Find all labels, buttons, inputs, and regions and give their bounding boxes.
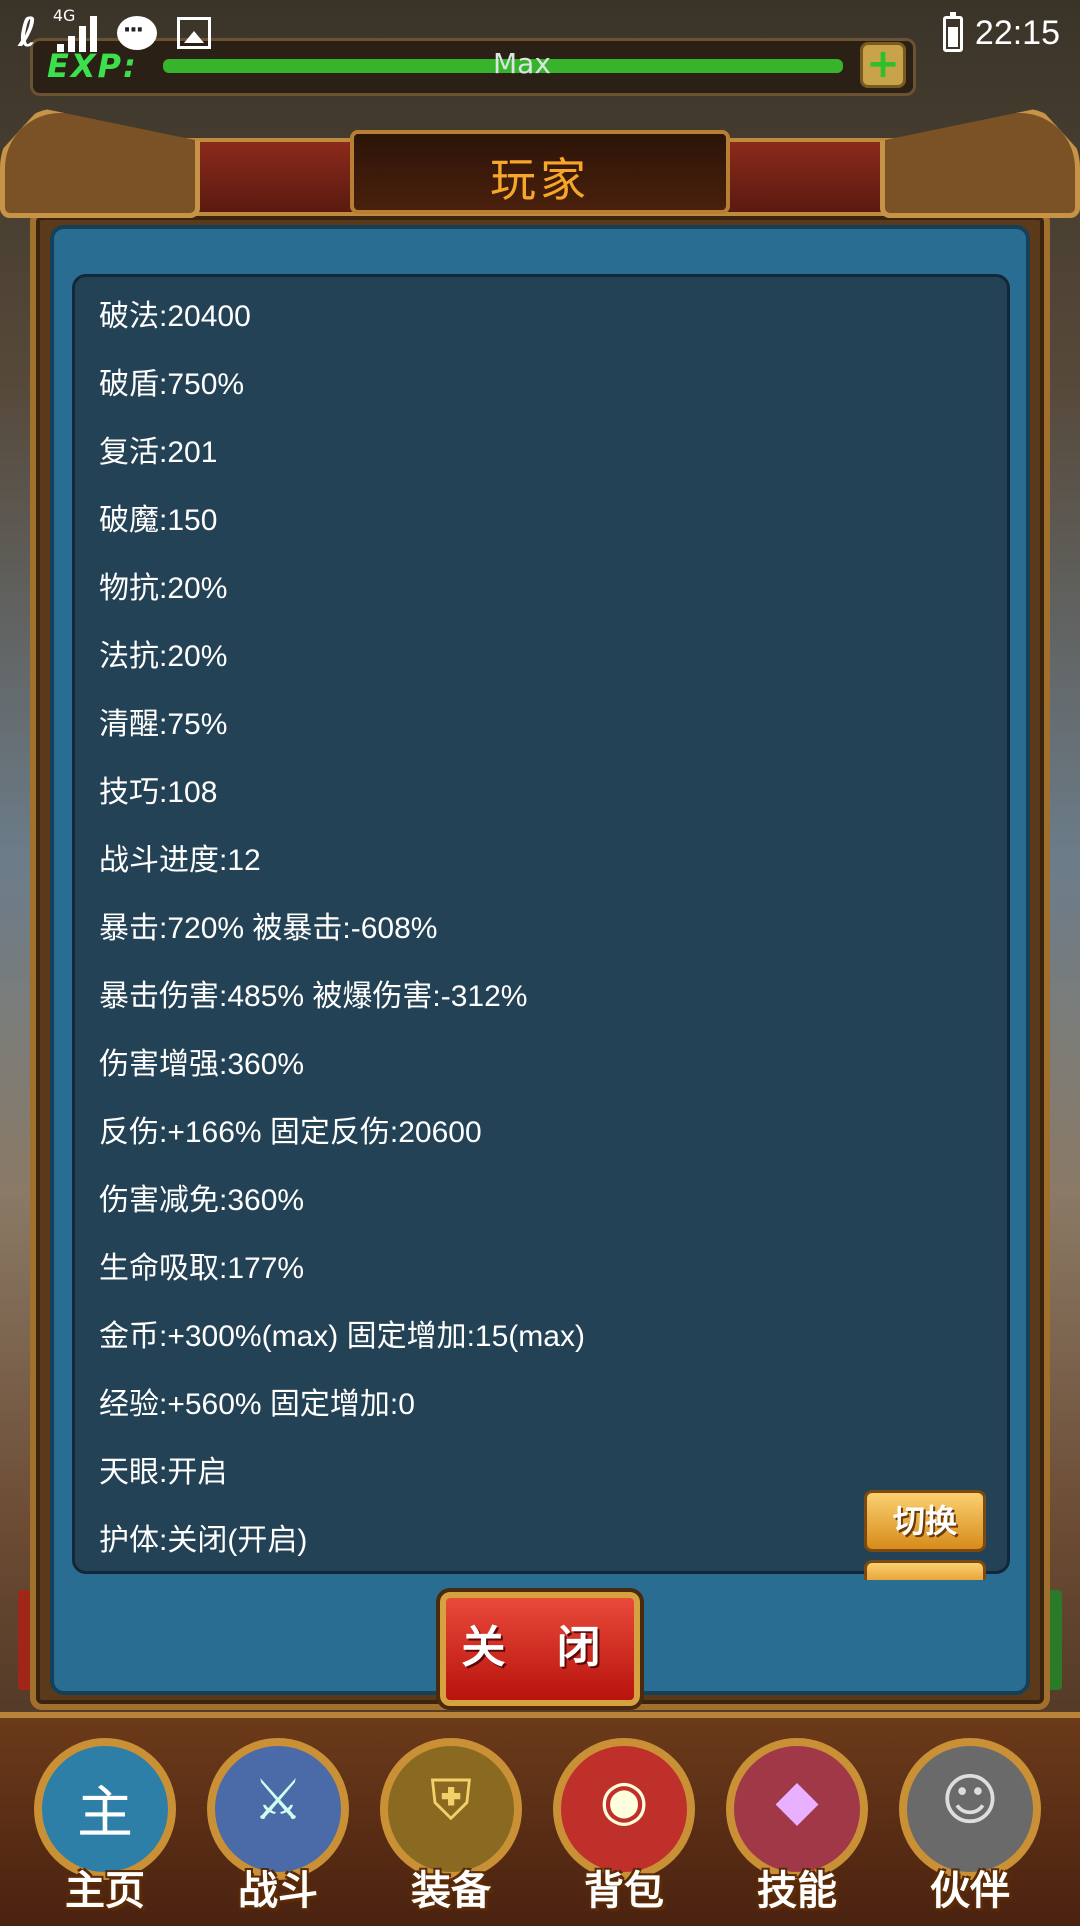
nav-label: 技能 <box>757 1868 837 1914</box>
stat-line: 技巧:108 <box>99 776 218 809</box>
nav-item-companion[interactable]: ☺ 伙伴 <box>885 1728 1055 1918</box>
signal-icon: 4G <box>53 6 97 52</box>
carrier-icon: ℓ <box>18 10 37 56</box>
bottom-nav: 主 主页 ⚔ 战斗 ⛨ 装备 ◉ 背包 ◆ 技能 ☺ 伙伴 <box>0 1712 1080 1926</box>
stat-line: 伤害增强:360% <box>99 1048 305 1081</box>
stat-line: 生命吸取:177% <box>99 1252 305 1285</box>
nav-label: 战斗 <box>238 1868 318 1914</box>
image-notification-icon <box>176 17 211 49</box>
stat-line: 破盾:750% <box>99 368 245 401</box>
status-bar: ℓ 4G 22:15 <box>0 0 1080 72</box>
nav-label: 主页 <box>65 1868 145 1914</box>
second-action-button[interactable] <box>864 1560 986 1580</box>
dialog-title: 玩家 <box>490 153 590 207</box>
battle-glyph: ⚔ <box>252 1768 304 1833</box>
nav-label: 背包 <box>584 1868 664 1914</box>
nav-label: 伙伴 <box>930 1868 1010 1914</box>
equipment-glyph: ⛨ <box>430 1768 472 1833</box>
home-glyph: 主 <box>77 1781 133 1846</box>
stats-panel[interactable]: 破法:20400 破盾:750% 复活:201 破魔:150 物抗:20% 法抗… <box>72 274 1010 1574</box>
stat-line: 物抗:20% <box>99 572 228 605</box>
stat-line: 天眼:开启 <box>99 1456 228 1489</box>
nav-item-battle[interactable]: ⚔ 战斗 <box>193 1728 363 1918</box>
stat-line: 经验:+560% 固定增加:0 <box>99 1388 415 1421</box>
battery-icon <box>942 11 963 52</box>
switch-button[interactable]: 切换 <box>864 1490 986 1552</box>
stat-line: 法抗:20% <box>99 640 228 673</box>
stat-line: 战斗进度:12 <box>99 844 261 877</box>
stat-line: 护体:关闭(开启) <box>99 1524 308 1557</box>
stat-line: 暴击伤害:485% 被爆伤害:-312% <box>99 980 528 1013</box>
stat-line: 暴击:720% 被暴击:-608% <box>99 912 438 945</box>
stat-line: 破魔:150 <box>99 504 218 537</box>
nav-item-bag[interactable]: ◉ 背包 <box>539 1728 709 1918</box>
stat-line: 反伤:+166% 固定反伤:20600 <box>99 1116 482 1149</box>
stat-line: 伤害减免:360% <box>99 1184 305 1217</box>
clock: 22:15 <box>974 14 1060 52</box>
header-ornament-right <box>880 108 1080 218</box>
companion-glyph: ☺ <box>940 1768 1000 1833</box>
chat-notification-icon <box>116 16 157 50</box>
nav-item-skills[interactable]: ◆ 技能 <box>712 1728 882 1918</box>
network-type: 4G <box>52 6 76 25</box>
dialog-header: 玩家 <box>0 100 1080 220</box>
nav-item-equipment[interactable]: ⛨ 装备 <box>366 1728 536 1918</box>
stat-line: 金币:+300%(max) 固定增加:15(max) <box>99 1320 585 1353</box>
nav-item-home[interactable]: 主 主页 <box>20 1728 190 1918</box>
stat-line: 清醒:75% <box>99 708 228 741</box>
close-button[interactable]: 关 闭 <box>436 1588 644 1710</box>
stat-line: 破法:20400 <box>99 300 251 333</box>
header-ornament-left <box>0 108 200 218</box>
stat-line: 复活:201 <box>99 436 218 469</box>
bag-glyph: ◉ <box>599 1768 649 1833</box>
nav-label: 装备 <box>411 1868 491 1914</box>
skills-glyph: ◆ <box>775 1768 819 1833</box>
